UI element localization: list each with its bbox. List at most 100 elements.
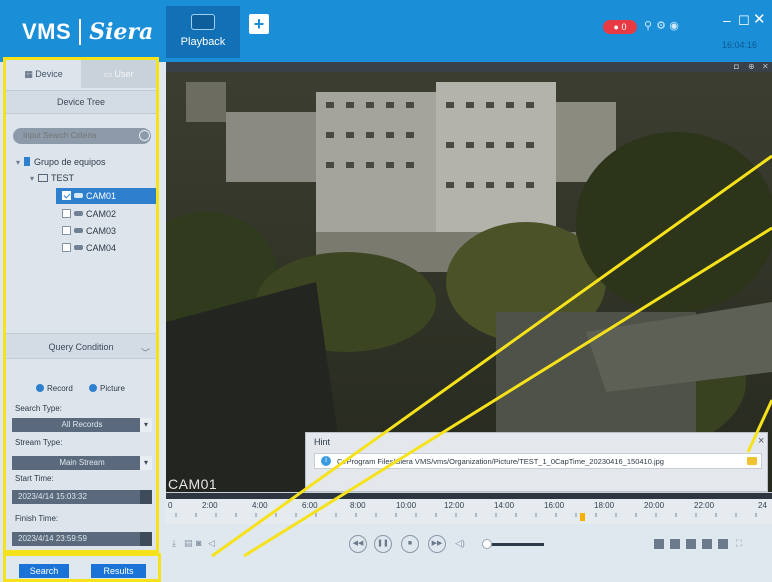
start-time-value: 2023/4/14 15:03:32 (18, 492, 87, 501)
video-player[interactable] (166, 72, 772, 492)
pause-button[interactable]: ❚❚ (374, 535, 392, 553)
tab-device[interactable]: ▦ Device (6, 60, 81, 88)
dropdown-arrow-icon[interactable]: ▾ (140, 418, 152, 432)
tree-item-label: TEST (51, 173, 75, 183)
picture-radio-label: Picture (100, 384, 125, 393)
camera-checkbox[interactable] (62, 226, 71, 235)
capture-file-path[interactable]: C:/Program Files/Siera VMS/vms/Organizat… (337, 457, 664, 466)
layout-custom-icon[interactable] (718, 539, 728, 549)
maximize-icon[interactable]: ☐ (738, 14, 752, 28)
rewind-button[interactable]: ◀◀ (349, 535, 367, 553)
lock-icon[interactable]: ◉ (668, 20, 680, 32)
stream-type-value: Main Stream (59, 458, 105, 467)
info-icon: i (321, 456, 331, 466)
tree-item-camera[interactable]: CAM02 (62, 206, 116, 222)
close-icon[interactable]: ✕ (753, 12, 767, 27)
group-icon (24, 157, 30, 166)
tree-item-camera[interactable]: CAM01 (56, 188, 156, 204)
stream-type-select[interactable]: Main Stream ▾ (12, 456, 152, 470)
start-time-label: Start Time: (15, 474, 54, 483)
calendar-icon[interactable] (140, 532, 152, 546)
camera-label: CAM02 (86, 209, 117, 219)
timeline-tick: 16:00 (544, 501, 565, 510)
snapshot-icon[interactable]: ◘ (734, 63, 739, 71)
results-button[interactable]: Results (91, 564, 146, 578)
hint-close-icon[interactable]: × (758, 435, 764, 447)
stream-type-label: Stream Type: (15, 438, 63, 447)
tab-playback[interactable]: Playback (166, 6, 240, 58)
stop-button[interactable]: ■ (401, 535, 419, 553)
timeline-tick: 10:00 (396, 501, 417, 510)
search-type-select[interactable]: All Records ▾ (12, 418, 152, 432)
tree-item-camera[interactable]: CAM03 (62, 223, 116, 239)
finish-time-field[interactable]: 2023/4/14 23:59:59 (12, 532, 152, 546)
add-tab-button[interactable]: + (249, 14, 269, 34)
user-icon[interactable]: ⚲ (642, 20, 654, 32)
playback-controls: ⤓ ▤ ◙ ◁ ◀◀ ❚❚ ■ ▶▶ ◁) ⛶ (166, 524, 772, 582)
search-button[interactable]: Search (19, 564, 69, 578)
camera-icon (74, 228, 83, 233)
query-condition-title: Query Condition (48, 342, 114, 352)
expand-arrow-icon[interactable]: ▾ (30, 171, 38, 187)
chevron-down-icon[interactable]: ﹀ (141, 340, 150, 366)
query-condition-header[interactable]: Query Condition ﹀ (6, 333, 156, 359)
logo-divider (79, 19, 82, 45)
layout-2x2-icon[interactable] (670, 539, 680, 549)
tree-item-camera[interactable]: CAM04 (62, 240, 116, 256)
camera-checkbox[interactable] (62, 209, 71, 218)
expand-arrow-icon[interactable]: ▾ (16, 155, 24, 171)
minimize-icon[interactable]: – (723, 13, 737, 28)
zoom-icon[interactable]: ⊕ (748, 63, 755, 71)
app-logo: VMS Siera (22, 16, 153, 48)
search-type-label: Search Type: (15, 404, 62, 413)
layout-3x3-icon[interactable] (686, 539, 696, 549)
picture-radio[interactable]: Picture (89, 384, 125, 393)
camera-icon (74, 211, 83, 216)
open-folder-icon[interactable] (747, 457, 757, 465)
device-search-input[interactable] (13, 128, 151, 144)
alarm-badge[interactable]: ● 0 (603, 20, 637, 34)
timeline-tick: 2:00 (202, 501, 218, 510)
camera-checkbox[interactable] (62, 191, 71, 200)
left-panel-tabs: ▦ Device ▭ User (6, 60, 156, 88)
volume-icon[interactable]: ◁) (455, 538, 465, 549)
camera-snapshot-icon[interactable]: ◙ (196, 538, 201, 548)
brand-logo-text: Siera (89, 19, 154, 45)
timeline-tick: 4:00 (252, 501, 268, 510)
dropdown-arrow-icon[interactable]: ▾ (140, 456, 152, 470)
timeline-tick: 24 (758, 501, 767, 510)
clip-icon[interactable]: ▤ (184, 538, 193, 549)
tree-item-folder[interactable]: ▾ TEST (30, 170, 74, 186)
close-video-icon[interactable]: ✕ (762, 63, 769, 71)
volume-slider-track[interactable] (484, 543, 544, 546)
logo-text: VMS (22, 19, 72, 44)
playback-timeline[interactable]: 0 2:00 4:00 6:00 8:00 10:00 12:00 14:00 … (166, 492, 772, 524)
volume-slider-handle[interactable] (482, 539, 492, 549)
timeline-track[interactable] (166, 493, 772, 499)
start-time-field[interactable]: 2023/4/14 15:03:32 (12, 490, 152, 504)
layout-1x1-icon[interactable] (654, 539, 664, 549)
search-icon[interactable] (139, 130, 150, 141)
radio-selected-icon (36, 384, 44, 392)
calendar-icon[interactable] (140, 490, 152, 504)
vms-app-window: VMS Siera Playback + ● 0 ⚲ ⚙ ◉ – ☐ ✕ 16:… (0, 0, 772, 582)
fast-forward-button[interactable]: ▶▶ (428, 535, 446, 553)
timeline-tick: 8:00 (350, 501, 366, 510)
timeline-playhead[interactable] (580, 513, 585, 521)
fullscreen-icon[interactable]: ⛶ (736, 538, 742, 549)
camera-overlay-label: CAM01 (168, 476, 218, 492)
camera-checkbox[interactable] (62, 243, 71, 252)
video-toolbar: ◘ ⊕ ✕ (166, 62, 772, 72)
layout-4x4-icon[interactable] (702, 539, 712, 549)
tab-device-label: Device (35, 69, 63, 79)
tab-user[interactable]: ▭ User (81, 60, 156, 88)
left-panel: ▦ Device ▭ User Device Tree ▾ Grupo de eq… (3, 57, 159, 553)
settings-icon[interactable]: ⚙ (655, 20, 667, 32)
finish-time-label: Finish Time: (15, 514, 59, 523)
tree-item-label: Grupo de equipos (34, 157, 106, 167)
camera-icon (74, 193, 83, 198)
sound-icon[interactable]: ◁ (208, 538, 215, 549)
tree-item-group[interactable]: ▾ Grupo de equipos (16, 154, 106, 170)
record-radio[interactable]: Record (36, 384, 73, 393)
download-icon[interactable]: ⤓ (172, 538, 176, 549)
